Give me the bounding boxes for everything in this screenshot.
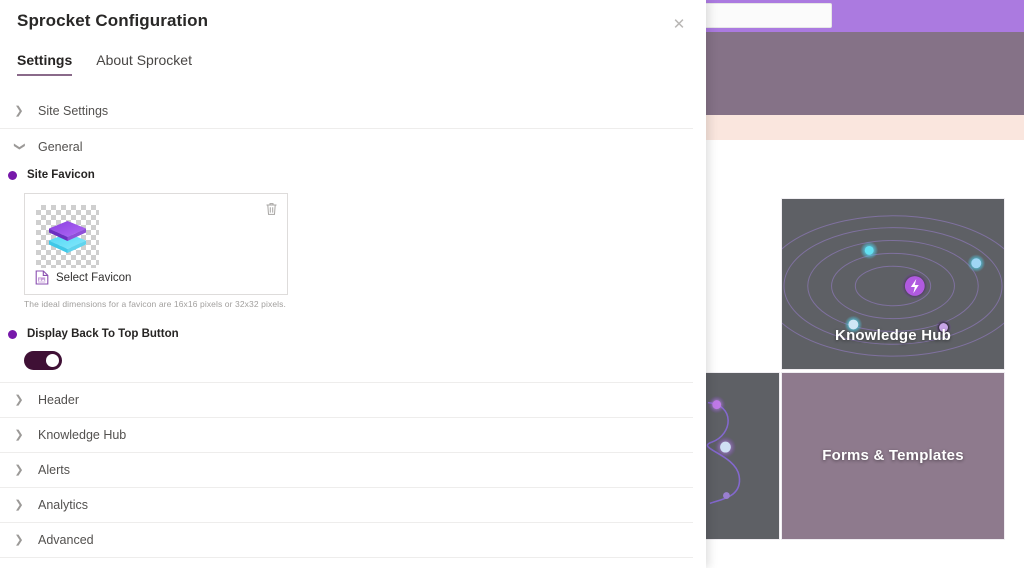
accordion-analytics[interactable]: ❯ Analytics [0, 488, 693, 523]
accordion-label: Alerts [38, 463, 70, 477]
select-favicon-label: Select Favicon [56, 271, 132, 284]
accordion-label: Header [38, 393, 79, 407]
setting-marker-dot [8, 170, 17, 180]
site-card-title: Forms & Templates [822, 447, 964, 464]
accordion-label: Analytics [38, 498, 89, 512]
chevron-down-icon: ❯ [13, 141, 26, 152]
accordion-alerts[interactable]: ❯ Alerts [0, 453, 693, 488]
setting-label: Site Favicon [27, 169, 95, 181]
setting-label: Display Back To Top Button [27, 328, 179, 340]
accordion-label: General [38, 139, 83, 154]
layers-stack-logo [49, 221, 86, 253]
site-card-knowledge-hub[interactable]: Knowledge Hub [781, 198, 1005, 370]
select-favicon-button[interactable]: Select Favicon [35, 270, 131, 285]
chevron-right-icon: ❯ [14, 463, 24, 476]
close-icon[interactable]: ✕ [666, 12, 692, 38]
back-to-top-toggle[interactable] [24, 351, 62, 370]
chevron-right-icon: ❯ [14, 498, 24, 511]
screen: Knowledge Hub Forms & Templates Sprocket… [0, 0, 1024, 568]
wave-path-graphic-icon [706, 395, 741, 505]
accordion-general[interactable]: ❯ General [0, 129, 693, 164]
accordion-knowledge-hub[interactable]: ❯ Knowledge Hub [0, 418, 693, 453]
setting-header: Display Back To Top Button [0, 323, 693, 345]
tab-settings[interactable]: Settings [17, 52, 73, 76]
accordion-label: Knowledge Hub [38, 428, 127, 442]
accordion-header[interactable]: ❯ Header [0, 383, 693, 418]
setting-header: Site Favicon [0, 164, 693, 186]
favicon-hint-text: The ideal dimensions for a favicon are 1… [24, 299, 286, 309]
accordion-advanced[interactable]: ❯ Advanced [0, 523, 693, 558]
setting-site-favicon: Site Favicon Select Favicon The ideal di… [0, 164, 693, 309]
tab-about-sprocket[interactable]: About Sprocket [96, 52, 192, 76]
chevron-right-icon: ❯ [14, 428, 24, 441]
tab-strip: Settings About Sprocket [17, 52, 192, 80]
site-card-partial-bottom[interactable] [705, 372, 780, 540]
image-picker-icon [35, 270, 49, 285]
sprocket-configuration-panel: Sprocket Configuration ✕ Settings About … [0, 0, 706, 568]
chevron-right-icon: ❯ [14, 104, 24, 117]
accordion-site-settings[interactable]: ❯ Site Settings [0, 94, 693, 129]
site-card-forms-templates[interactable]: Forms & Templates [781, 372, 1005, 540]
setting-back-to-top: Display Back To Top Button [0, 323, 693, 383]
chevron-right-icon: ❯ [14, 393, 24, 406]
settings-accordion: ❯ Site Settings ❯ General Site Favicon S… [0, 94, 706, 558]
page-title: Sprocket Configuration [17, 11, 209, 30]
accordion-label: Site Settings [38, 104, 109, 118]
toggle-knob [46, 354, 59, 367]
favicon-upload-box[interactable]: Select Favicon [24, 193, 288, 295]
site-card-title: Knowledge Hub [835, 327, 951, 344]
accordion-label: Advanced [38, 533, 94, 547]
trash-icon[interactable] [261, 199, 281, 219]
chevron-right-icon: ❯ [14, 533, 24, 546]
setting-marker-dot [8, 329, 17, 339]
